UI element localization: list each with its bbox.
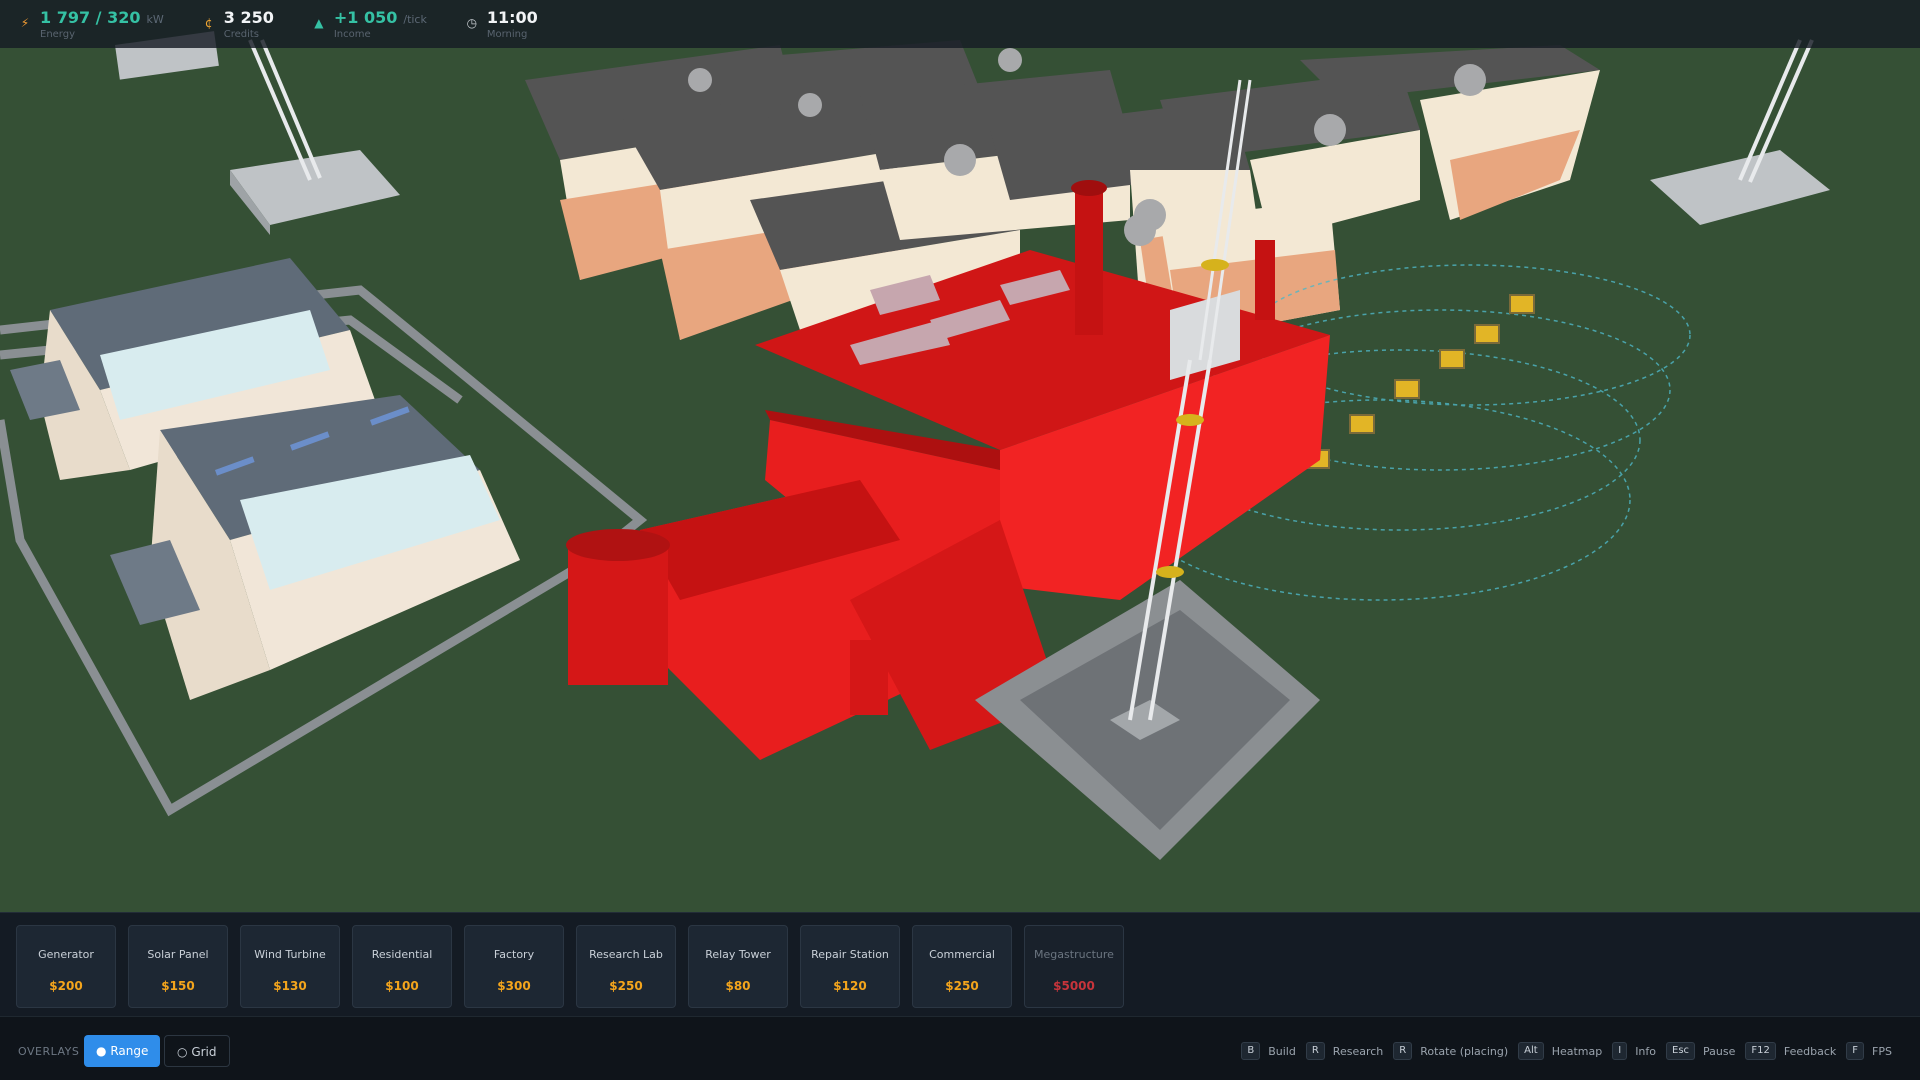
keyboard-shortcuts: B Build R Research R Rotate (placing) Al… <box>1241 1042 1902 1060</box>
energy-unit: kW <box>146 13 164 26</box>
build-card-price: $100 <box>385 979 419 993</box>
build-card-wind-turbine[interactable]: Wind Turbine $130 <box>240 925 340 1008</box>
build-card-name: Research Lab <box>589 948 663 961</box>
build-card-commercial[interactable]: Commercial $250 <box>912 925 1012 1008</box>
build-card-name: Commercial <box>929 948 995 961</box>
build-card-residential[interactable]: Residential $100 <box>352 925 452 1008</box>
shortcut-key: Esc <box>1666 1042 1696 1060</box>
bottom-bar: OVERLAYS ● Range ○ Grid B Build R Resear… <box>0 1016 1920 1080</box>
time-stat: ◷ 11:00 Morning <box>465 0 538 41</box>
overlays-label: OVERLAYS <box>18 1045 80 1058</box>
overlay-range-label: Range <box>110 1044 149 1058</box>
energy-label: Energy <box>40 29 76 40</box>
build-card-price: $200 <box>49 979 83 993</box>
build-card-factory[interactable]: Factory $300 <box>464 925 564 1008</box>
shortcut-label: Info <box>1635 1044 1657 1058</box>
shortcut-label: Rotate (placing) <box>1420 1044 1509 1058</box>
build-card-megastructure[interactable]: Megastructure $5000 <box>1024 925 1124 1008</box>
build-card-price: $80 <box>725 979 751 993</box>
build-card-price: $130 <box>273 979 307 993</box>
income-unit: /tick <box>403 13 427 26</box>
build-card-name: Solar Panel <box>147 948 209 961</box>
overlay-grid-label: Grid <box>191 1045 217 1059</box>
credits-stat: ¢ 3 250 Credits <box>202 0 274 41</box>
clock-icon: ◷ <box>466 16 478 30</box>
build-card-repair-station[interactable]: Repair Station $120 <box>800 925 900 1008</box>
build-card-price: $250 <box>609 979 643 993</box>
time-label: Morning <box>486 29 528 40</box>
build-card-name: Wind Turbine <box>254 948 326 961</box>
ring-icon: ○ <box>177 1045 188 1059</box>
build-card-price: $5000 <box>1053 979 1095 993</box>
build-card-price: $120 <box>833 979 867 993</box>
shortcut-key: Alt <box>1518 1042 1544 1060</box>
shortcut-key: B <box>1241 1042 1261 1060</box>
build-bar: Generator $200 Solar Panel $150 Wind Tur… <box>0 912 1920 1016</box>
shortcut-label: Research <box>1332 1044 1384 1058</box>
energy-value: 1 797 / 320 <box>40 8 141 27</box>
build-card-name: Relay Tower <box>705 948 771 961</box>
build-card-relay-tower[interactable]: Relay Tower $80 <box>688 925 788 1008</box>
credits-label: Credits <box>223 29 260 40</box>
shortcut-key: R <box>1393 1042 1413 1060</box>
build-card-name: Generator <box>38 948 94 961</box>
shortcut-label: FPS <box>1872 1044 1892 1058</box>
triangle-up-icon: ▲ <box>314 16 324 30</box>
city-scene[interactable] <box>0 0 1920 912</box>
shortcut-key: F12 <box>1745 1042 1776 1060</box>
shortcut-key: R <box>1305 1042 1325 1060</box>
time-value: 11:00 <box>486 8 538 27</box>
shortcut-key: I <box>1612 1042 1628 1060</box>
overlay-range-button[interactable]: ● Range <box>84 1035 161 1067</box>
overlay-grid-button[interactable]: ○ Grid <box>164 1035 230 1067</box>
build-card-name: Factory <box>493 948 535 961</box>
build-card-name: Megastructure <box>1034 948 1114 961</box>
build-card-research-lab[interactable]: Research Lab $250 <box>576 925 676 1008</box>
build-card-generator[interactable]: Generator $200 <box>16 925 116 1008</box>
shortcut-key: F <box>1846 1042 1865 1060</box>
shortcut-label: Pause <box>1703 1044 1736 1058</box>
filled-dot-icon: ● <box>96 1044 107 1058</box>
shortcut-label: Heatmap <box>1551 1044 1603 1058</box>
game-viewport[interactable] <box>0 0 1920 912</box>
build-card-price: $300 <box>497 979 531 993</box>
credits-value: 3 250 <box>223 8 274 27</box>
income-value: +1 050 <box>333 8 398 27</box>
build-card-name: Repair Station <box>811 948 889 961</box>
lightning-icon: ⚡ <box>20 16 30 30</box>
build-card-price: $150 <box>161 979 195 993</box>
shortcut-label: Build <box>1268 1044 1296 1058</box>
coin-icon: ¢ <box>204 16 213 30</box>
resource-hud: ⚡ 1 797 / 320 kW Energy ¢ 3 250 Credits ▲… <box>0 0 1920 48</box>
energy-stat: ⚡ 1 797 / 320 kW Energy <box>18 0 164 41</box>
build-card-price: $250 <box>945 979 979 993</box>
build-card-name: Residential <box>371 948 433 961</box>
shortcut-label: Feedback <box>1783 1044 1837 1058</box>
build-card-solar-panel[interactable]: Solar Panel $150 <box>128 925 228 1008</box>
income-stat: ▲ +1 050/tick Income <box>312 0 427 41</box>
income-label: Income <box>333 29 371 40</box>
